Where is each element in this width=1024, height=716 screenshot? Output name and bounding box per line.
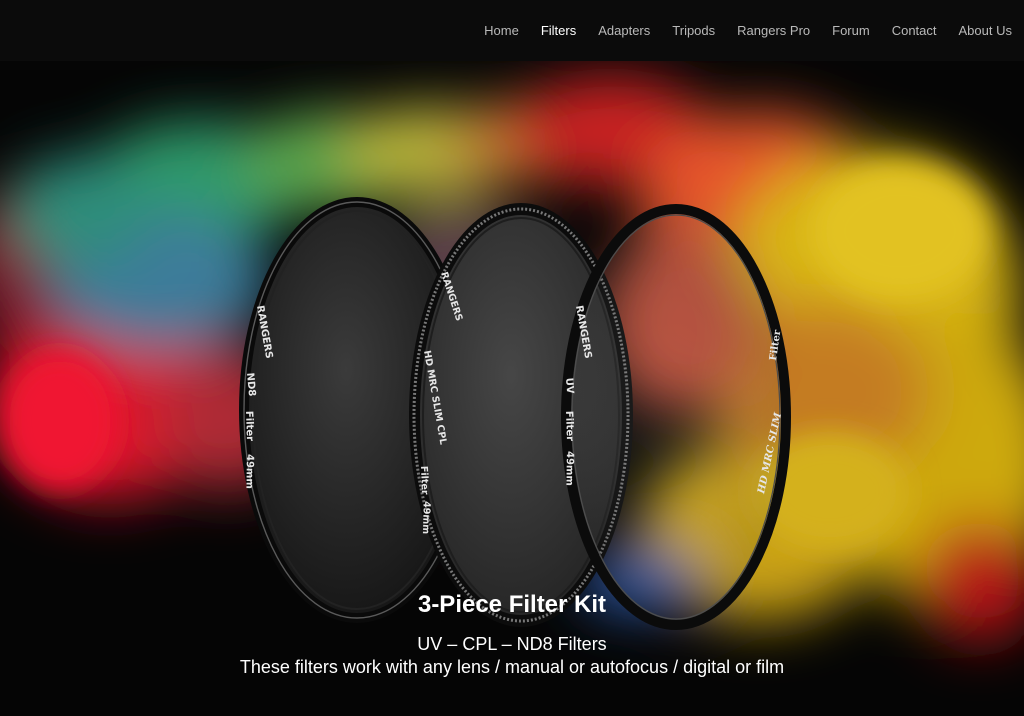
nav-contact[interactable]: Contact: [892, 23, 937, 38]
uv-label: Filter: [563, 411, 575, 442]
uv-filter-image: RANGERS UV Filter 49mm HD MRC SLIM Filte…: [561, 204, 791, 630]
nav-home[interactable]: Home: [484, 23, 519, 38]
nav-menu: Home Filters Adapters Tripods Rangers Pr…: [462, 23, 1012, 38]
nd8-type: ND8: [244, 372, 257, 397]
nd8-label: Filter: [243, 411, 255, 442]
cpl-label: Filter: [418, 466, 430, 495]
nav-adapters[interactable]: Adapters: [598, 23, 650, 38]
top-navbar: Home Filters Adapters Tripods Rangers Pr…: [0, 0, 1024, 61]
nav-tripods[interactable]: Tripods: [672, 23, 715, 38]
hero-subtitle: UV – CPL – ND8 Filters: [417, 634, 607, 654]
hero-title: 3-Piece Filter Kit: [417, 591, 607, 618]
nav-filters[interactable]: Filters: [541, 23, 576, 38]
cpl-size: 49mm: [420, 501, 432, 534]
nav-forum[interactable]: Forum: [832, 23, 870, 38]
hero-description: These filters work with any lens / manua…: [239, 657, 785, 677]
nd8-size: 49mm: [243, 454, 255, 489]
nav-rangers-pro[interactable]: Rangers Pro: [737, 23, 810, 38]
uv-size: 49mm: [563, 451, 575, 486]
nav-about-us[interactable]: About Us: [959, 23, 1012, 38]
uv-type: UV: [563, 377, 575, 394]
